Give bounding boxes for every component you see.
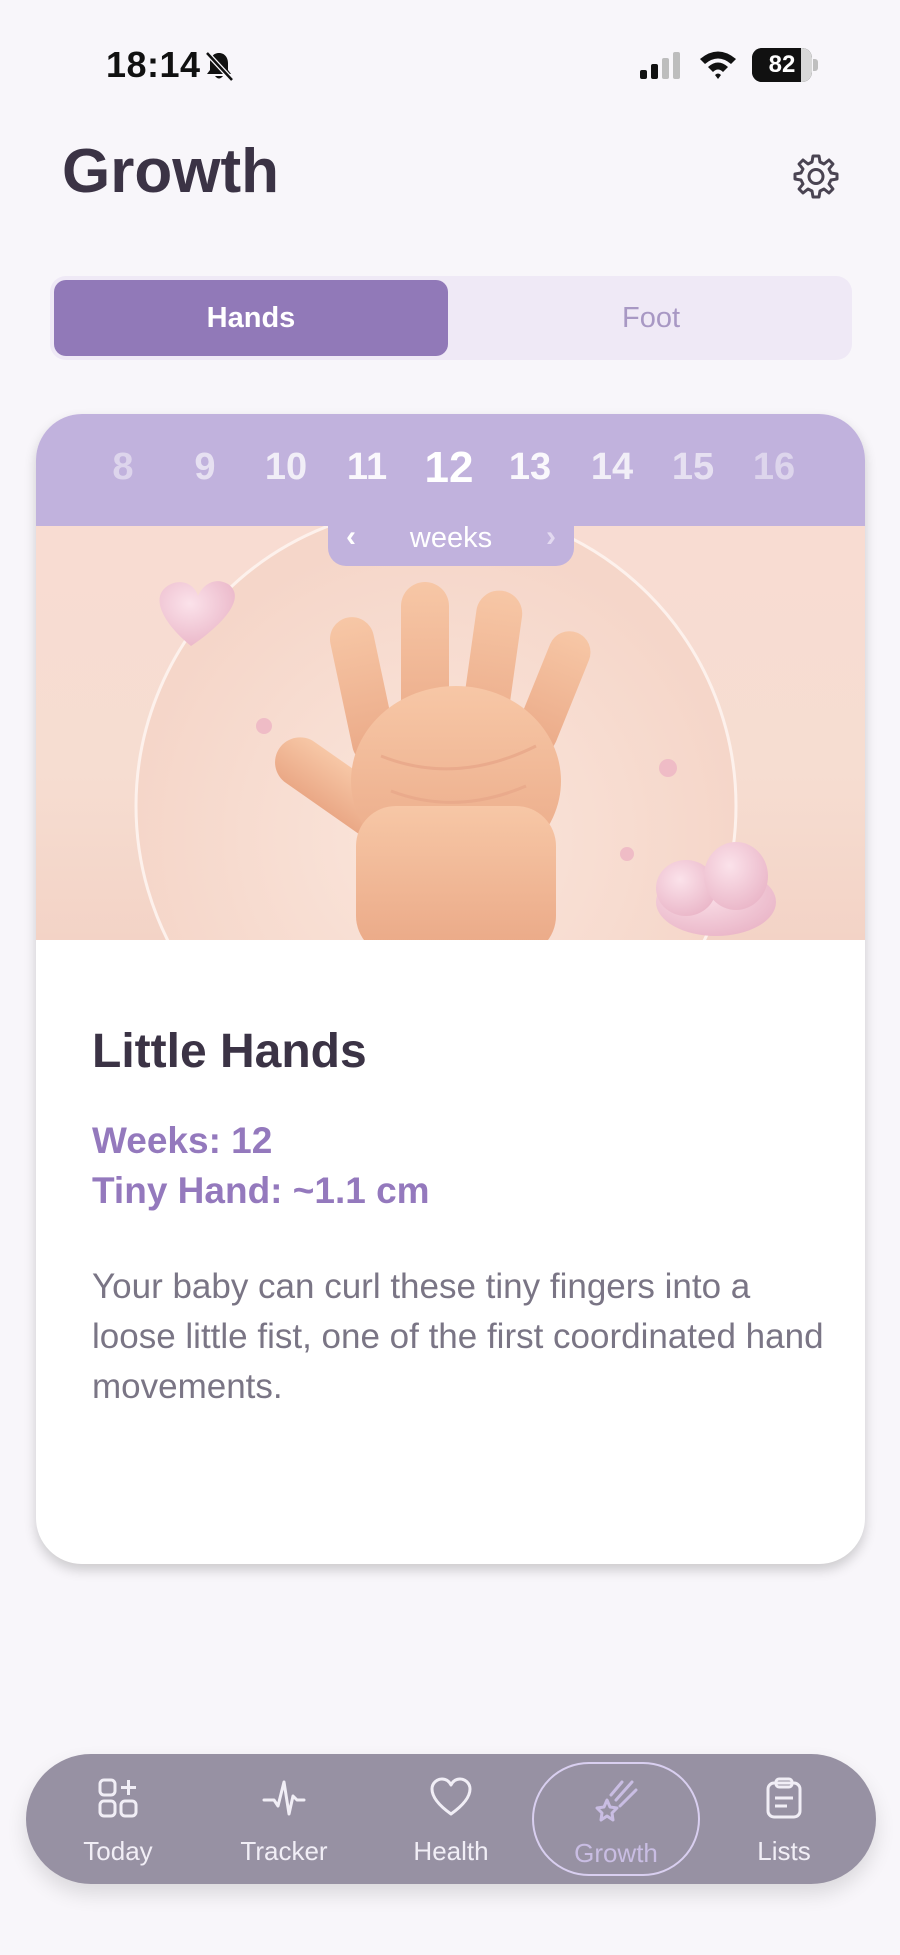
week-12-selected[interactable]: 12 (414, 443, 484, 493)
battery-indicator: 82 (752, 48, 818, 82)
bell-muted-icon (205, 51, 234, 82)
gear-icon (793, 154, 839, 199)
chevron-right-icon[interactable]: › (546, 520, 556, 554)
card-title: Little Hands (92, 1025, 367, 1078)
tab-health-label: Health (413, 1836, 489, 1866)
shooting-star-icon (595, 1780, 638, 1822)
hand-size-value: Tiny Hand: ~1.1 cm (92, 1170, 430, 1211)
week-10[interactable]: 10 (251, 446, 321, 489)
tab-growth-label: Growth (574, 1838, 658, 1868)
wifi-icon (700, 51, 736, 79)
tab-tracker-label: Tracker (240, 1836, 328, 1866)
card-description: Your baby can curl these tiny fingers in… (92, 1267, 824, 1406)
pulse-icon (262, 1780, 306, 1816)
tab-today-label: Today (83, 1836, 153, 1866)
tab-health[interactable]: Health (371, 1754, 531, 1884)
week-13[interactable]: 13 (495, 446, 565, 489)
heart-icon (430, 1777, 472, 1816)
growth-card: 8 9 10 11 12 13 14 15 16 ‹ weeks › Littl… (36, 414, 865, 1564)
tab-today[interactable]: Today (38, 1754, 198, 1884)
cellular-signal-icon (640, 52, 680, 79)
status-time: 18:14 (106, 44, 201, 85)
tab-lists-label: Lists (757, 1836, 811, 1866)
week-14[interactable]: 14 (577, 446, 647, 489)
tab-tracker[interactable]: Tracker (204, 1754, 364, 1884)
settings-button[interactable] (788, 148, 844, 204)
weeks-value: Weeks: 12 (92, 1120, 273, 1161)
baby-hand-illustration (36, 526, 865, 940)
week-11[interactable]: 11 (332, 446, 402, 489)
segment-foot[interactable]: Foot (454, 280, 848, 356)
week-16[interactable]: 16 (739, 446, 809, 489)
bottom-tab-bar: Today Tracker Health Growth Lists (26, 1754, 876, 1884)
today-grid-icon (98, 1778, 138, 1818)
week-9[interactable]: 9 (170, 446, 240, 489)
weeks-pager: ‹ weeks › (328, 510, 574, 566)
clipboard-icon (766, 1777, 802, 1819)
battery-percent: 82 (768, 51, 796, 78)
page-title: Growth (62, 137, 279, 206)
weeks-label: weeks (409, 522, 493, 554)
tab-lists[interactable]: Lists (704, 1754, 864, 1884)
week-8[interactable]: 8 (88, 446, 158, 489)
segment-hands[interactable]: Hands (54, 280, 448, 356)
status-bar: 18:14 82 (0, 0, 900, 130)
week-15[interactable]: 15 (658, 446, 728, 489)
hands-foot-segmented-control: Hands Foot (50, 276, 852, 360)
tab-growth-active[interactable]: Growth (532, 1762, 700, 1876)
